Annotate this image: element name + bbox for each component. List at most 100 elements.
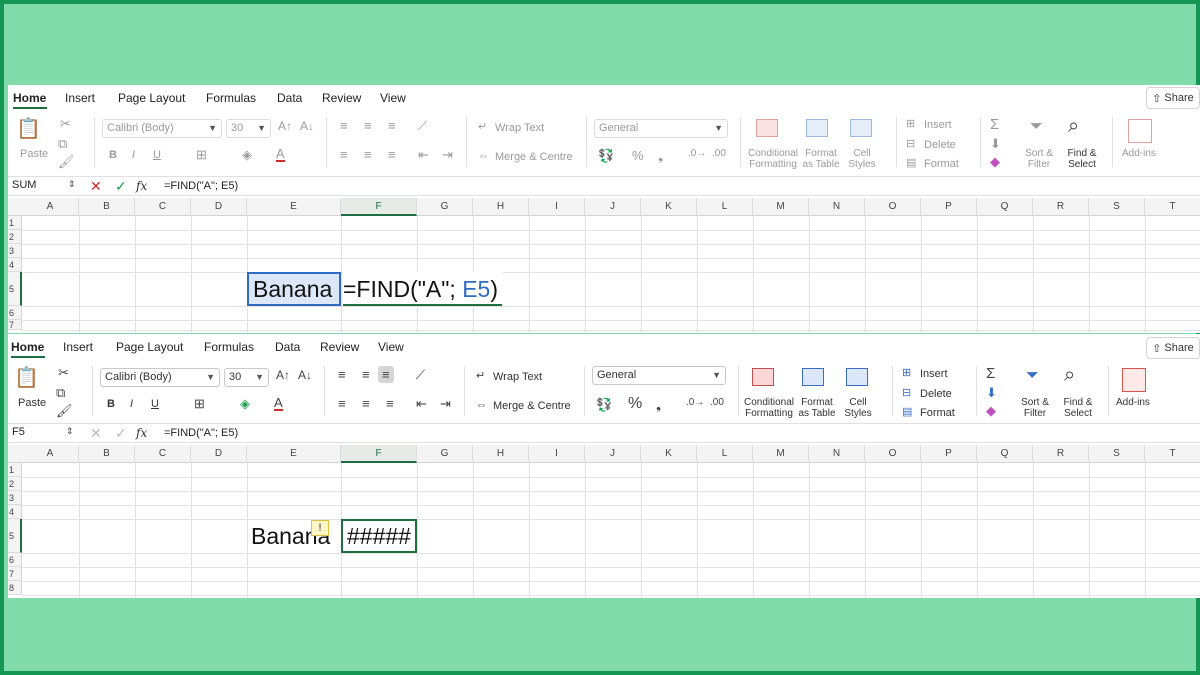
accounting-format-icon[interactable]: 💱 — [598, 149, 614, 162]
paste-icon[interactable]: 📋 — [16, 119, 41, 139]
name-box[interactable]: SUM — [10, 179, 76, 194]
cell-styles-label[interactable]: Cell Styles — [842, 397, 874, 419]
cut-icon[interactable]: ✂ — [58, 366, 69, 379]
underline-button[interactable]: U — [151, 398, 159, 410]
align-top-icon[interactable]: ≡ — [340, 119, 348, 132]
conditional-formatting-label[interactable]: Conditional Formatting — [742, 397, 796, 419]
tab-insert[interactable]: Insert — [65, 91, 95, 105]
copy-icon[interactable]: ⧉ — [58, 137, 67, 150]
column-header-i[interactable]: I — [529, 445, 585, 463]
format-painter-icon[interactable]: 🖌 — [58, 155, 75, 168]
column-header-d[interactable]: D — [191, 198, 247, 216]
italic-button[interactable]: I — [130, 398, 133, 410]
font-name-select[interactable]: Calibri (Body) ▼ — [100, 368, 220, 387]
font-name-select[interactable]: Calibri (Body) ▼ — [102, 119, 222, 138]
tab-review[interactable]: Review — [322, 91, 361, 105]
find-select-icon[interactable]: ⌕ — [1068, 116, 1079, 136]
conditional-formatting-label[interactable]: Conditional Formatting — [746, 148, 800, 170]
column-header-q[interactable]: Q — [977, 445, 1033, 463]
column-header-f[interactable]: F — [341, 198, 417, 216]
cell-e5[interactable]: Banana — [247, 272, 341, 306]
percent-icon[interactable]: % — [628, 396, 642, 412]
row-header-6[interactable]: 6 — [8, 306, 22, 320]
number-format-select[interactable]: General ▼ — [594, 119, 728, 138]
font-color-icon[interactable]: A — [274, 396, 283, 411]
tab-formulas[interactable]: Formulas — [206, 91, 256, 105]
tab-data[interactable]: Data — [275, 340, 300, 354]
orientation-icon[interactable]: ⟋ — [418, 119, 427, 132]
delete-cells-button[interactable]: Delete — [924, 139, 956, 151]
autosum-icon[interactable]: Σ — [990, 117, 999, 132]
paste-icon[interactable]: 📋 — [14, 368, 39, 388]
copy-icon[interactable]: ⧉ — [56, 386, 65, 399]
decrease-decimal-icon[interactable]: .00 — [710, 398, 724, 408]
bold-button[interactable]: B — [107, 398, 115, 410]
add-ins-label[interactable]: Add-ins — [1122, 148, 1156, 159]
align-left-icon[interactable]: ≡ — [338, 397, 346, 410]
sort-filter-icon[interactable]: ⏷ — [1026, 368, 1039, 384]
format-as-table-icon[interactable] — [802, 368, 824, 386]
cell-styles-icon[interactable] — [846, 368, 868, 386]
cell-f5-editor[interactable]: =FIND("A"; E5) — [343, 272, 503, 306]
column-header-r[interactable]: R — [1033, 198, 1089, 216]
tab-view[interactable]: View — [378, 340, 404, 354]
column-header-g[interactable]: G — [417, 445, 473, 463]
add-ins-icon[interactable] — [1122, 368, 1146, 392]
row-header-3[interactable]: 3 — [8, 244, 22, 258]
orientation-icon[interactable]: ⟋ — [416, 368, 425, 381]
find-select-label[interactable]: Find & Select — [1059, 397, 1097, 419]
add-ins-icon[interactable] — [1128, 119, 1152, 143]
sort-filter-label[interactable]: Sort & Filter — [1020, 148, 1058, 170]
row-header-3[interactable]: 3 — [8, 491, 22, 505]
insert-cells-button[interactable]: Insert — [920, 368, 948, 380]
column-header-c[interactable]: C — [135, 445, 191, 463]
column-header-g[interactable]: G — [417, 198, 473, 216]
column-header-t[interactable]: T — [1145, 198, 1200, 216]
align-center-icon[interactable]: ≡ — [364, 148, 372, 161]
column-header-a[interactable]: A — [22, 198, 79, 216]
column-header-b[interactable]: B — [79, 445, 135, 463]
row-header-8[interactable]: 8 — [8, 581, 22, 595]
clear-icon[interactable]: ◆ — [990, 155, 1000, 168]
add-ins-label[interactable]: Add-ins — [1116, 397, 1150, 408]
wrap-text-button[interactable]: Wrap Text — [493, 371, 542, 383]
comma-icon[interactable]: ❟ — [658, 149, 663, 162]
column-header-l[interactable]: L — [697, 198, 753, 216]
row-header-1[interactable]: 1 — [8, 216, 22, 230]
increase-decimal-icon[interactable]: .0→ — [688, 149, 706, 159]
underline-button[interactable]: U — [153, 149, 161, 161]
format-cells-button[interactable]: Format — [920, 407, 955, 419]
column-header-j[interactable]: J — [585, 445, 641, 463]
find-select-icon[interactable]: ⌕ — [1064, 365, 1075, 385]
tab-home[interactable]: Home — [11, 340, 44, 354]
increase-decimal-icon[interactable]: .0→ — [686, 398, 704, 408]
delete-cells-button[interactable]: Delete — [920, 388, 952, 400]
align-bottom-icon[interactable]: ≡ — [378, 366, 394, 383]
comma-icon[interactable]: ❟ — [656, 398, 661, 411]
sort-filter-icon[interactable]: ⏷ — [1030, 119, 1043, 135]
row-header-4[interactable]: 4 — [8, 258, 22, 272]
column-header-c[interactable]: C — [135, 198, 191, 216]
decrease-indent-icon[interactable]: ⇤ — [418, 148, 429, 161]
align-middle-icon[interactable]: ≡ — [362, 368, 370, 381]
find-select-label[interactable]: Find & Select — [1063, 148, 1101, 170]
wrap-text-button[interactable]: Wrap Text — [495, 122, 544, 134]
fill-color-icon[interactable]: ◈ — [242, 148, 252, 161]
format-as-table-icon[interactable] — [806, 119, 828, 137]
cell-f5-selected[interactable]: ##### — [341, 519, 417, 553]
column-header-m[interactable]: M — [753, 445, 809, 463]
align-bottom-icon[interactable]: ≡ — [388, 119, 396, 132]
bold-button[interactable]: B — [109, 149, 117, 161]
tab-view[interactable]: View — [380, 91, 406, 105]
row-header-4[interactable]: 4 — [8, 505, 22, 519]
column-header-e[interactable]: E — [247, 445, 341, 463]
borders-icon[interactable]: ⊞ — [194, 397, 205, 410]
row-header-6[interactable]: 6 — [8, 553, 22, 567]
column-header-q[interactable]: Q — [977, 198, 1033, 216]
percent-icon[interactable]: % — [632, 149, 644, 162]
column-header-f[interactable]: F — [341, 445, 417, 463]
conditional-formatting-icon[interactable] — [756, 119, 778, 137]
column-header-h[interactable]: H — [473, 445, 529, 463]
name-box-stepper-icon[interactable]: ⇕ — [68, 180, 76, 189]
tab-data[interactable]: Data — [277, 91, 302, 105]
